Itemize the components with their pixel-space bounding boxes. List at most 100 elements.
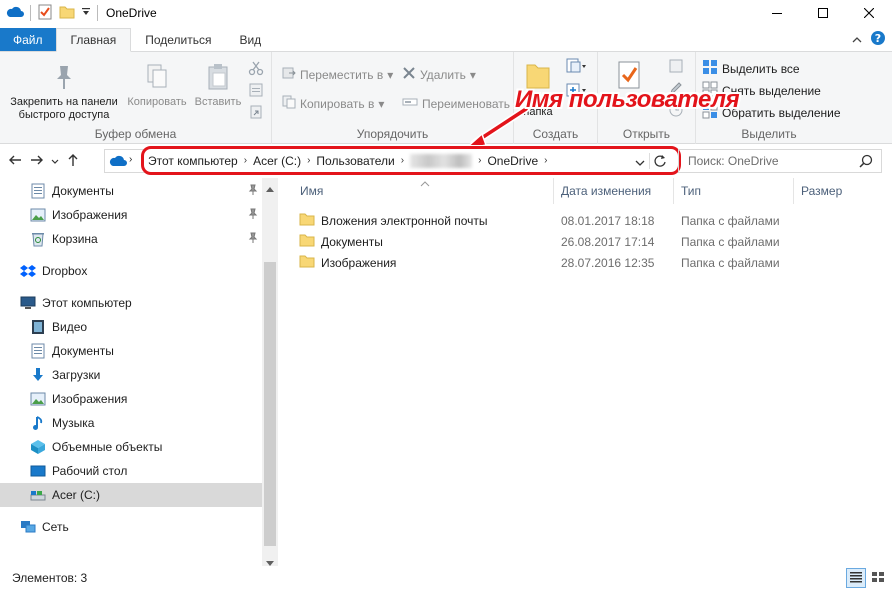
- delete-button[interactable]: Удалить ▾: [402, 66, 476, 83]
- up-button[interactable]: [62, 149, 84, 173]
- chevron-right-icon[interactable]: ›: [544, 155, 547, 166]
- large-icons-view-button[interactable]: [868, 568, 888, 588]
- nav-pane-scrollbar[interactable]: [262, 178, 278, 566]
- paste-label: Вставить: [194, 96, 242, 108]
- chevron-down-icon[interactable]: [81, 6, 91, 20]
- move-to-button[interactable]: Переместить в ▾: [282, 66, 393, 83]
- column-divider[interactable]: [553, 178, 554, 204]
- titlebar-separator: [97, 5, 98, 21]
- copy-path-icon[interactable]: [248, 82, 264, 101]
- search-input[interactable]: Поиск: OneDrive: [678, 149, 882, 173]
- tab-file[interactable]: Файл: [0, 28, 56, 51]
- maximize-button[interactable]: [800, 0, 846, 26]
- paste-button[interactable]: Вставить: [190, 62, 246, 109]
- column-divider[interactable]: [673, 178, 674, 204]
- chevron-down-icon: [51, 154, 59, 168]
- tab-home[interactable]: Главная: [55, 28, 132, 52]
- chevron-right-icon[interactable]: ›: [478, 155, 481, 166]
- 3d-objects-icon: [30, 439, 46, 455]
- copy-to-icon: [282, 95, 296, 112]
- scrollbar-thumb[interactable]: [264, 262, 276, 546]
- pin-quick-access-button[interactable]: Закрепить на панели быстрого доступа: [4, 62, 124, 122]
- chevron-right-icon[interactable]: ›: [307, 155, 310, 166]
- copy-to-button[interactable]: Копировать в ▾: [282, 95, 384, 112]
- column-date[interactable]: Дата изменения: [561, 178, 651, 204]
- drive-icon: [30, 487, 46, 503]
- forward-button[interactable]: [26, 149, 48, 173]
- search-icon[interactable]: [859, 154, 873, 171]
- pin-icon[interactable]: [248, 208, 258, 223]
- minimize-button[interactable]: [754, 0, 800, 26]
- scroll-up-icon[interactable]: [266, 181, 274, 195]
- help-icon[interactable]: ?: [870, 30, 886, 49]
- folder-icon: [299, 212, 315, 229]
- chevron-right-icon[interactable]: ›: [401, 155, 404, 166]
- crumb-users[interactable]: Пользователи: [316, 154, 394, 168]
- new-item-icon[interactable]: [566, 58, 588, 77]
- address-history-chevron-icon[interactable]: [635, 156, 645, 170]
- properties-quick-icon[interactable]: [37, 4, 53, 23]
- column-size[interactable]: Размер: [801, 178, 842, 204]
- details-view-button[interactable]: [846, 568, 866, 588]
- column-name[interactable]: Имя: [300, 178, 323, 204]
- nav-item-music[interactable]: Музыка: [0, 411, 262, 435]
- nav-item-pictures-pinned[interactable]: Изображения: [0, 203, 262, 227]
- collapse-ribbon-icon[interactable]: [852, 33, 862, 47]
- navigation-bar: › Этот компьютер › Acer (C:) › Пользоват…: [0, 145, 892, 177]
- crumb-drive[interactable]: Acer (C:): [253, 154, 301, 168]
- crumb-onedrive[interactable]: OneDrive: [487, 154, 538, 168]
- navigation-pane: Документы Изображения Корзина Dropbox Эт…: [0, 178, 278, 566]
- file-name: Изображения: [321, 255, 397, 270]
- chevron-right-icon[interactable]: ›: [129, 154, 132, 165]
- back-button[interactable]: [4, 149, 26, 173]
- open-icon[interactable]: [668, 58, 684, 77]
- nav-item-recycle-bin[interactable]: Корзина: [0, 227, 262, 251]
- recent-locations-button[interactable]: [48, 149, 62, 173]
- table-row[interactable]: Изображения 28.07.2016 12:35 Папка с фай…: [299, 252, 819, 273]
- large-icons-view-icon: [871, 571, 885, 586]
- table-row[interactable]: Документы 26.08.2017 17:14 Папка с файла…: [299, 231, 819, 252]
- crumb-username-blurred[interactable]: [410, 153, 473, 168]
- copy-label: Копировать: [127, 96, 187, 108]
- window-title: OneDrive: [106, 6, 157, 20]
- column-type[interactable]: Тип: [681, 178, 701, 204]
- music-icon: [30, 415, 46, 431]
- nav-item-downloads[interactable]: Загрузки: [0, 363, 262, 387]
- search-placeholder: Поиск: OneDrive: [688, 154, 779, 168]
- nav-item-pictures[interactable]: Изображения: [0, 387, 262, 411]
- tab-share[interactable]: Поделиться: [131, 28, 225, 51]
- file-date: 08.01.2017 18:18: [561, 213, 655, 228]
- paste-shortcut-icon[interactable]: [248, 104, 264, 123]
- nav-item-acer-drive[interactable]: Acer (C:): [0, 483, 262, 507]
- dropbox-icon: [20, 263, 36, 279]
- nav-item-documents[interactable]: Документы: [0, 339, 262, 363]
- chevron-right-icon[interactable]: ›: [244, 155, 247, 166]
- nav-item-3d-objects[interactable]: Объемные объекты: [0, 435, 262, 459]
- file-list: Имя Дата изменения Тип Размер Вложения э…: [279, 178, 892, 566]
- pin-icon[interactable]: [248, 232, 258, 247]
- close-button[interactable]: [846, 0, 892, 26]
- pin-icon[interactable]: [248, 184, 258, 199]
- new-folder-quick-icon[interactable]: [59, 4, 75, 23]
- table-row[interactable]: Вложения электронной почты 08.01.2017 18…: [299, 210, 819, 231]
- file-date: 28.07.2016 12:35: [561, 255, 655, 270]
- tab-view[interactable]: Вид: [225, 28, 275, 51]
- videos-icon: [30, 319, 46, 335]
- group-label-open: Открыть: [622, 127, 671, 141]
- nav-item-videos[interactable]: Видео: [0, 315, 262, 339]
- column-divider[interactable]: [793, 178, 794, 204]
- address-bar[interactable]: › Этот компьютер › Acer (C:) › Пользоват…: [104, 146, 681, 175]
- copy-button[interactable]: Копировать: [124, 62, 190, 109]
- select-all-button[interactable]: Выделить все: [702, 59, 800, 78]
- cut-icon[interactable]: [248, 60, 264, 79]
- folder-icon: [299, 233, 315, 250]
- nav-item-documents-pinned[interactable]: Документы: [0, 179, 262, 203]
- nav-item-desktop[interactable]: Рабочий стол: [0, 459, 262, 483]
- this-pc-icon: [20, 295, 36, 311]
- refresh-icon[interactable]: [653, 154, 667, 171]
- nav-item-network[interactable]: Сеть: [0, 515, 262, 539]
- breadcrumb: Этот компьютер › Acer (C:) › Пользовател…: [141, 146, 681, 175]
- nav-item-dropbox[interactable]: Dropbox: [0, 259, 262, 283]
- crumb-this-pc[interactable]: Этот компьютер: [148, 154, 238, 168]
- nav-item-this-pc[interactable]: Этот компьютер: [0, 291, 262, 315]
